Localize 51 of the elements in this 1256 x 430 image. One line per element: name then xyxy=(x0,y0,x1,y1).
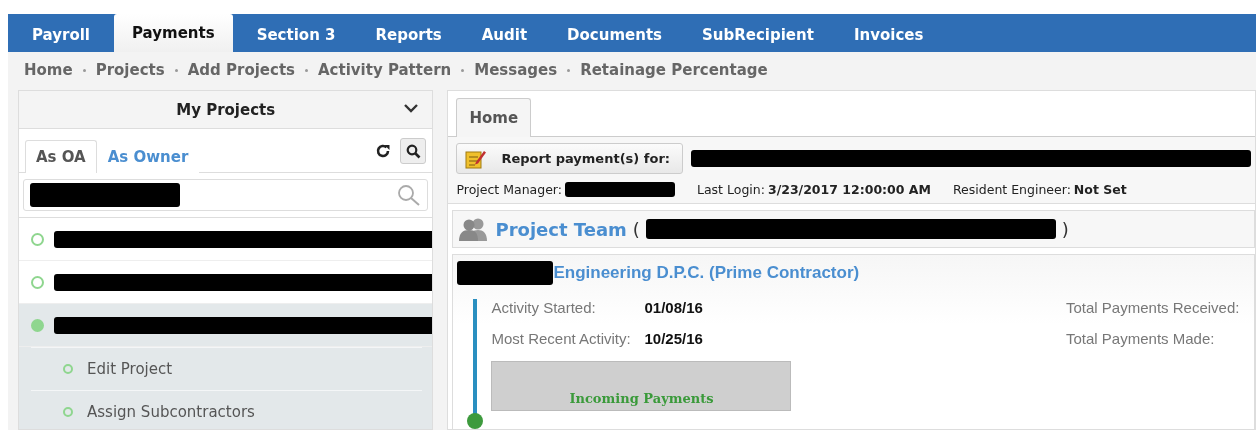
section-title: Project Team xyxy=(495,218,627,240)
chevron-icon[interactable] xyxy=(404,104,419,113)
paren-mark: ( xyxy=(632,218,640,240)
separator-dot xyxy=(461,68,465,72)
search-icon xyxy=(397,184,422,206)
panel-tab[interactable]: As OA xyxy=(25,140,97,173)
nav-link[interactable]: Retainage Percentage xyxy=(580,61,768,79)
search-button[interactable] xyxy=(400,138,427,164)
nav-tab[interactable]: Documents xyxy=(551,18,678,52)
status-dot xyxy=(31,275,44,289)
separator-dot xyxy=(567,68,571,72)
nav-tab[interactable]: Section 3 xyxy=(240,18,352,52)
info-value: 3/23/2017 12:00:00 AM xyxy=(767,182,931,197)
nav-tab[interactable]: Reports xyxy=(359,18,458,52)
stat-value: 01/08/16 xyxy=(644,299,704,316)
project-item[interactable] xyxy=(19,304,433,347)
nav-tab[interactable]: Payroll xyxy=(16,18,106,52)
search-icon xyxy=(405,143,421,159)
stat-label: Total Payments Received: xyxy=(1066,299,1241,316)
nav-link[interactable]: Projects xyxy=(95,61,165,79)
incoming-payments-panel: Incoming Payments xyxy=(491,361,792,411)
separator-dot xyxy=(174,68,178,72)
nav-link[interactable]: Activity Pattern xyxy=(318,61,452,79)
nav-link[interactable]: Messages xyxy=(474,61,558,79)
nav-tab[interactable]: Audit xyxy=(465,18,544,52)
info-label: Project Manager: xyxy=(456,182,562,197)
status-dot xyxy=(31,232,44,246)
separator-dot xyxy=(305,68,308,72)
status-dot xyxy=(31,318,44,332)
timeline-end-dot xyxy=(467,413,484,429)
stat-label: Total Payments Made: xyxy=(1066,330,1216,347)
paren-mark: ) xyxy=(1061,218,1069,240)
stat-label: Most Recent Activity: xyxy=(491,330,632,347)
content-tab[interactable]: Home xyxy=(456,98,532,137)
nav-tab[interactable]: Payments xyxy=(114,14,233,52)
panel-title: My Projects xyxy=(176,100,276,119)
info-value: Not Set xyxy=(1073,182,1127,197)
people-icon xyxy=(459,217,490,241)
nav-link[interactable]: Home xyxy=(24,61,73,79)
info-label: Resident Engineer: xyxy=(952,182,1071,197)
stat-value: 10/25/16 xyxy=(644,330,704,347)
search-field[interactable] xyxy=(23,179,429,211)
edit-icon xyxy=(465,148,488,169)
report-button[interactable]: Report payment(s) for: xyxy=(456,143,683,174)
info-label: Last Login: xyxy=(697,182,765,197)
nav-link[interactable]: Add Projects xyxy=(187,61,295,79)
stat-label: Activity Started: xyxy=(491,299,597,316)
separator-dot xyxy=(82,68,86,72)
nav-tab[interactable]: SubRecipient xyxy=(686,18,830,52)
nav-tab[interactable]: Invoices xyxy=(837,18,940,52)
contractor-name: Engineering D.P.C. (Prime Contractor) xyxy=(553,263,860,283)
